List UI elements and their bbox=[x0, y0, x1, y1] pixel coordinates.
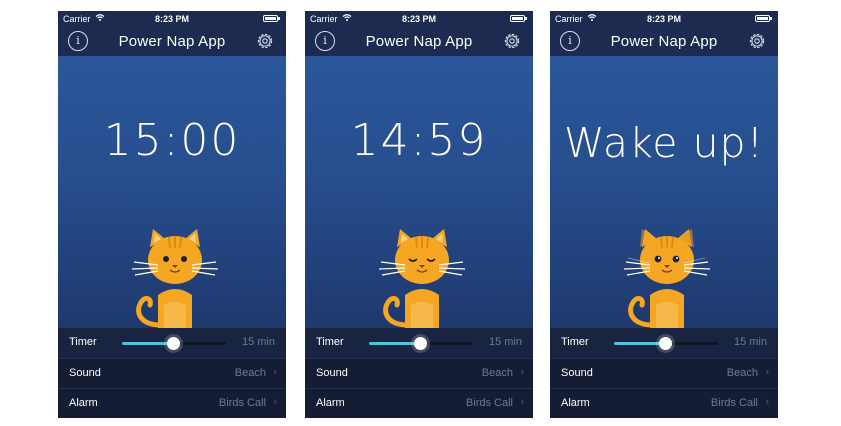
sound-value: Beach bbox=[481, 367, 513, 379]
sound-value: Beach bbox=[726, 367, 758, 379]
timer-value: 15 min bbox=[733, 336, 767, 348]
cat-illustration bbox=[131, 229, 219, 329]
status-bar: Carrier 8:23 PM bbox=[305, 11, 533, 28]
alarm-value: Birds Call bbox=[465, 397, 513, 409]
chevron-right-icon: › bbox=[273, 396, 277, 408]
timer-value: 15 min bbox=[488, 336, 522, 348]
status-bar: Carrier 8:23 PM bbox=[58, 11, 286, 28]
timer-slider-thumb[interactable] bbox=[167, 337, 180, 350]
alarm-label: Alarm bbox=[561, 397, 590, 409]
app-title: Power Nap App bbox=[365, 33, 473, 50]
timer-row: Timer 15 min bbox=[550, 328, 778, 358]
timer-slider[interactable] bbox=[614, 337, 718, 350]
timer-slider[interactable] bbox=[122, 337, 226, 350]
nav-bar: i Power Nap App bbox=[58, 28, 286, 56]
timer-row: Timer 15 min bbox=[305, 328, 533, 358]
sound-row[interactable]: Sound Beach › bbox=[305, 358, 533, 388]
chevron-right-icon: › bbox=[765, 366, 769, 378]
sound-label: Sound bbox=[69, 367, 101, 379]
timer-label: Timer bbox=[316, 336, 344, 348]
chevron-right-icon: › bbox=[273, 366, 277, 378]
settings-panel: Timer 15 min Sound Beach › Alarm Birds C… bbox=[58, 328, 286, 418]
alarm-row[interactable]: Alarm Birds Call › bbox=[58, 388, 286, 418]
timer-slider[interactable] bbox=[369, 337, 473, 350]
cat-illustration-waking bbox=[623, 229, 711, 329]
timer-row: Timer 15 min bbox=[58, 328, 286, 358]
chevron-right-icon: › bbox=[520, 366, 524, 378]
alarm-row[interactable]: Alarm Birds Call › bbox=[550, 388, 778, 418]
status-time: 8:23 PM bbox=[401, 14, 436, 24]
status-bar: Carrier 8:23 PM bbox=[550, 11, 778, 28]
timer-value: 15 min bbox=[241, 336, 275, 348]
screen-timer-running: Carrier 8:23 PM i Power Nap App 14:59 Ti… bbox=[305, 11, 533, 418]
nav-bar: i Power Nap App bbox=[550, 28, 778, 56]
app-title: Power Nap App bbox=[118, 33, 226, 50]
alarm-label: Alarm bbox=[316, 397, 345, 409]
battery-icon bbox=[263, 15, 280, 22]
screen-timer-start: Carrier 8:23 PM i Power Nap App 15:00 Ti… bbox=[58, 11, 286, 418]
gear-icon[interactable] bbox=[501, 30, 523, 52]
timer-label: Timer bbox=[69, 336, 97, 348]
sound-label: Sound bbox=[561, 367, 593, 379]
timer-slider-thumb[interactable] bbox=[414, 337, 427, 350]
alarm-label: Alarm bbox=[69, 397, 98, 409]
timer-slider-thumb[interactable] bbox=[659, 337, 672, 350]
chevron-right-icon: › bbox=[765, 396, 769, 408]
gear-icon[interactable] bbox=[746, 30, 768, 52]
settings-panel: Timer 15 min Sound Beach › Alarm Birds C… bbox=[550, 328, 778, 418]
battery-icon bbox=[510, 15, 527, 22]
gear-icon[interactable] bbox=[254, 30, 276, 52]
status-time: 8:23 PM bbox=[646, 14, 681, 24]
status-time: 8:23 PM bbox=[154, 14, 189, 24]
alarm-value: Birds Call bbox=[218, 397, 266, 409]
sound-value: Beach bbox=[234, 367, 266, 379]
cat-illustration-sleeping bbox=[378, 229, 466, 329]
chevron-right-icon: › bbox=[520, 396, 524, 408]
battery-icon bbox=[755, 15, 772, 22]
wake-message: Wake up! bbox=[563, 119, 765, 167]
sound-row[interactable]: Sound Beach › bbox=[58, 358, 286, 388]
countdown-display: 15:00 bbox=[103, 115, 241, 166]
nav-bar: i Power Nap App bbox=[305, 28, 533, 56]
screen-wake-up: Carrier 8:23 PM i Power Nap App Wake up! bbox=[550, 11, 778, 418]
timer-label: Timer bbox=[561, 336, 589, 348]
countdown-display: 14:59 bbox=[350, 115, 488, 166]
sound-row[interactable]: Sound Beach › bbox=[550, 358, 778, 388]
sound-label: Sound bbox=[316, 367, 348, 379]
app-title: Power Nap App bbox=[610, 33, 718, 50]
settings-panel: Timer 15 min Sound Beach › Alarm Birds C… bbox=[305, 328, 533, 418]
alarm-value: Birds Call bbox=[710, 397, 758, 409]
alarm-row[interactable]: Alarm Birds Call › bbox=[305, 388, 533, 418]
